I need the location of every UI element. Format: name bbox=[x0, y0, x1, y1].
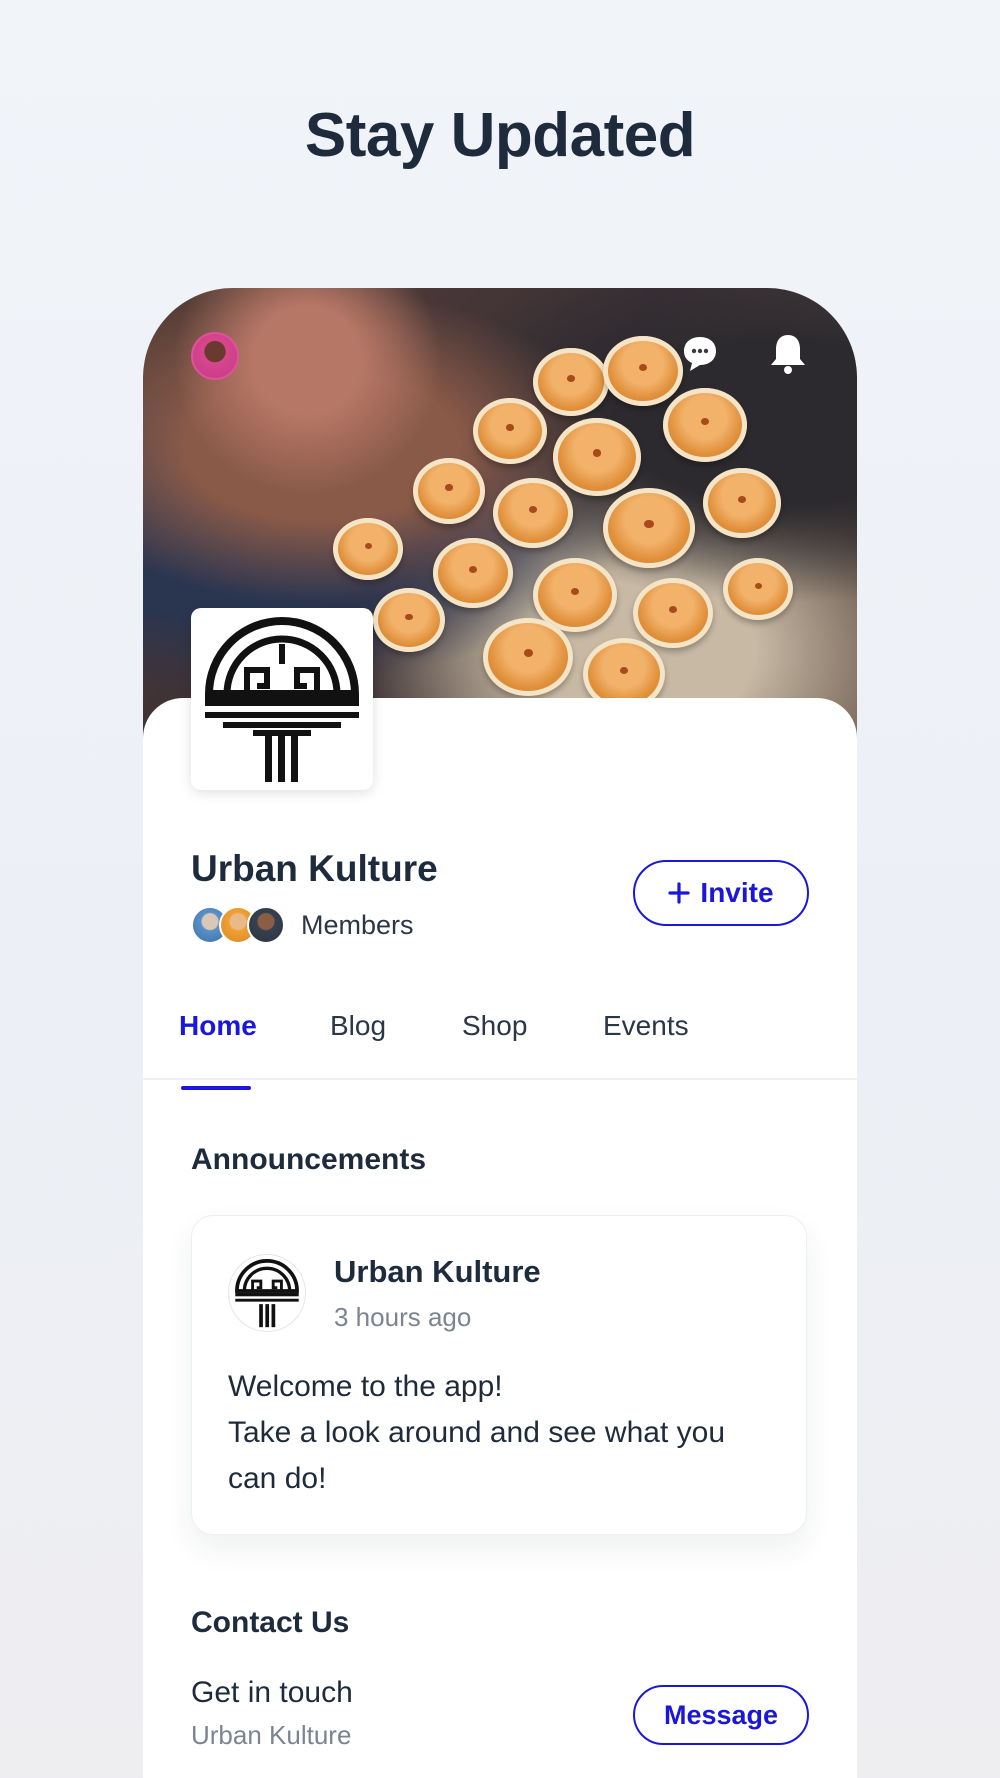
contact-sub-text: Urban Kulture bbox=[191, 1720, 352, 1750]
tab-bar: Home Blog Shop Events bbox=[143, 988, 857, 1080]
tab-shop[interactable]: Shop bbox=[462, 1010, 527, 1042]
chat-bubble-icon[interactable] bbox=[677, 330, 723, 376]
tab-events[interactable]: Events bbox=[603, 1010, 689, 1042]
user-avatar[interactable] bbox=[191, 332, 239, 380]
contact-title: Contact Us bbox=[191, 1606, 350, 1639]
post-author: Urban Kulture bbox=[334, 1254, 541, 1289]
tab-blog[interactable]: Blog bbox=[330, 1010, 386, 1042]
bell-icon[interactable] bbox=[765, 330, 811, 376]
member-avatar bbox=[247, 906, 285, 944]
invite-label: Invite bbox=[700, 877, 774, 908]
active-tab-indicator bbox=[181, 1086, 251, 1090]
group-logo bbox=[191, 608, 373, 790]
tab-home[interactable]: Home bbox=[179, 1010, 257, 1042]
message-button[interactable]: Message bbox=[633, 1685, 809, 1745]
members-label: Members bbox=[301, 909, 414, 940]
post-line: Welcome to the app! bbox=[228, 1370, 503, 1403]
group-title: Urban Kulture bbox=[191, 848, 438, 889]
contact-main-text: Get in touch bbox=[191, 1676, 353, 1709]
post-time: 3 hours ago bbox=[334, 1302, 472, 1332]
page-headline: Stay Updated bbox=[304, 101, 696, 170]
members-row[interactable]: Members bbox=[191, 906, 414, 944]
post-author-avatar bbox=[228, 1254, 306, 1332]
post-line: Take a look around and see what you bbox=[228, 1416, 726, 1449]
announcements-title: Announcements bbox=[191, 1143, 427, 1176]
phone-frame: Urban Kulture Members Invite Home Blog S… bbox=[143, 288, 857, 1778]
post-line: can do! bbox=[228, 1462, 327, 1495]
plus-icon bbox=[668, 882, 691, 904]
post-body: Welcome to the app! Take a look around a… bbox=[228, 1364, 788, 1502]
announcement-card[interactable]: Urban Kulture 3 hours ago Welcome to the… bbox=[191, 1215, 807, 1535]
invite-button[interactable]: Invite bbox=[633, 860, 809, 926]
